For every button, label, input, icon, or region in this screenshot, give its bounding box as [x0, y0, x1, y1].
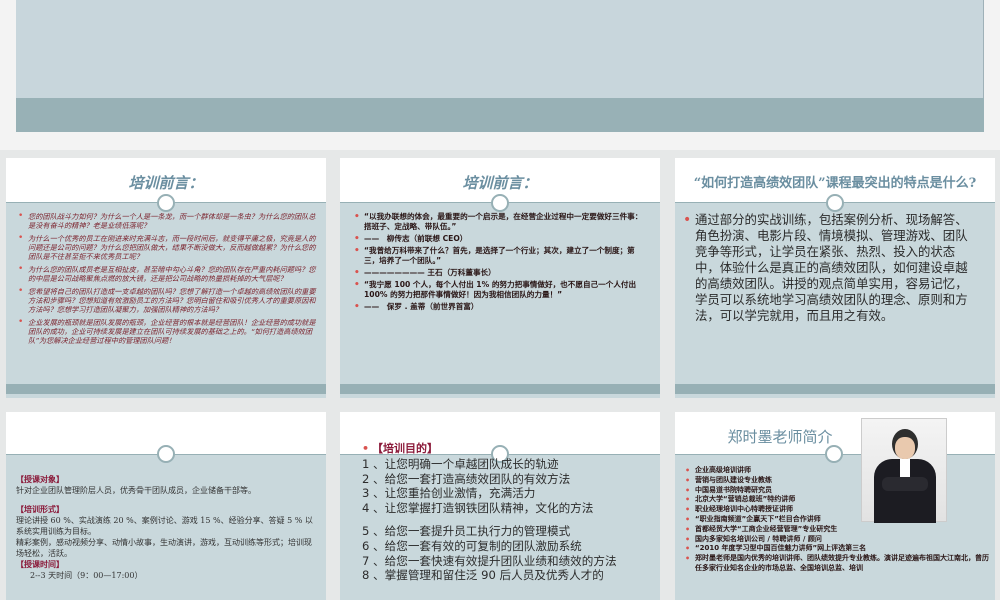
- list-item: “职业指南频道”企赢天下”栏目合作讲师: [685, 515, 995, 525]
- goals-label: • 【培训目的】: [362, 442, 438, 455]
- list-item: 2 、给您一套打造高绩效团队的有效方法: [362, 471, 571, 486]
- list-item: 6 、给您一套有效的可复制的团队激励系统: [362, 538, 582, 553]
- circle-icon: [157, 445, 175, 463]
- list-item: 中国易道书院特聘研究员: [685, 486, 995, 496]
- list-item: 您的团队战斗力如何？为什么一个人是一条龙，而一个群体却是一条虫？为什么您的团队总…: [18, 212, 316, 230]
- list-item: 企业高级培训讲师: [685, 466, 995, 476]
- duration-text: 2--3 天时间（9：00—17:00）: [30, 571, 143, 580]
- format-text: 理论讲授 60 %、实战演练 20 %、案例讨论、游戏 15 %、经验分享、答疑…: [16, 516, 313, 536]
- circle-icon: [157, 194, 175, 212]
- list-item: “以我办联想的体会，最重要的一个启示是，在经营企业过程中一定要做好三件事：搭班子…: [354, 212, 648, 232]
- list-item: 为什么一个优秀的员工在刚进来时充满斗志，而一段时间后，就变得平庸之极，究竟是人的…: [18, 234, 316, 261]
- list-item: “2010 年度学习型中国百佳魅力讲师”网上评选第三名: [685, 544, 995, 554]
- slide-sorter-view: 培训前言： 您的团队战斗力如何？为什么一个人是一条龙，而一个群体却是一条虫？为什…: [0, 0, 1000, 600]
- goals-list: • 【培训目的】 1 、让您明确一个卓越团队成长的轨迹 2 、给您一套打造高绩效团…: [362, 442, 640, 583]
- slide-3-thumbnail[interactable]: 培训前言： “以我办联想的体会，最重要的一个启示是，在经营企业过程中一定要做好三…: [340, 158, 660, 398]
- slide-1-thumbnail[interactable]: [0, 0, 1000, 150]
- footer-band: [6, 384, 326, 394]
- list-item: 职业经理培训中心特聘授证讲师: [685, 505, 995, 515]
- slide-title: 培训前言：: [462, 174, 538, 192]
- course-info: 【授课对象】 针对企业团队管理阶层人员，优秀骨干团队成员，企业储备干部等。 【培…: [16, 474, 316, 581]
- list-item: “我曾给万科带来了什么？首先，是选择了一个行业；其次，建立了一个制度；第三，培养…: [354, 246, 648, 266]
- list-item: 3 、让您重拾创业激情，充满活力: [362, 486, 536, 501]
- slide-4-thumbnail[interactable]: “如何打造高绩效团队”课程最突出的特点是什么? 通过部分的实战训练，包括案例分析…: [675, 158, 995, 398]
- teacher-credentials: 企业高级培训讲师 营销与团队建设专业教练 中国易道书院特聘研究员 北京大学“营销…: [685, 466, 995, 574]
- list-item: 北京大学“营销总裁班”特约讲师: [685, 495, 995, 505]
- list-item: ———————— 王石（万科董事长）: [354, 268, 648, 278]
- bullet-list: 您的团队战斗力如何？为什么一个人是一条龙，而一个群体却是一条虫？为什么您的团队总…: [18, 212, 316, 349]
- audience-text: 针对企业团队管理阶层人员，优秀骨干团队成员，企业储备干部等。: [16, 486, 256, 495]
- duration-label: 【授课时间】: [16, 559, 64, 569]
- slide-7-thumbnail[interactable]: 郑时墨老师简介 企业高级培训讲师 营销与团队建设专业教练 中国易道书院特聘研究员…: [675, 412, 995, 600]
- list-item: 1 、让您明确一个卓越团队成长的轨迹: [362, 456, 559, 471]
- circle-icon: [825, 445, 843, 463]
- slide-6-thumbnail[interactable]: • 【培训目的】 1 、让您明确一个卓越团队成长的轨迹 2 、给您一套打造高绩效团…: [340, 412, 660, 600]
- slide-title: “如何打造高绩效团队”课程最突出的特点是什么?: [693, 176, 977, 191]
- list-item: 企业发展的瓶颈就是团队发展的瓶颈，企业经营的根本就是经营团队！企业经营的成功就是…: [18, 318, 316, 345]
- list-item: —— 柳传志（前联想 CEO）: [354, 234, 648, 244]
- format-text-2: 精彩案例，感动视频分享、动情小故事，生动演讲，游戏，互动训练等形式；培训现场轻松…: [16, 538, 312, 558]
- footer-band: [675, 384, 995, 394]
- audience-label: 【授课对象】: [16, 474, 64, 484]
- slide-title: 培训前言：: [128, 174, 204, 192]
- slide-1-band: [16, 98, 984, 132]
- list-item: 营销与团队建设专业教练: [685, 476, 995, 486]
- list-item: 通过部分的实战训练，包括案例分析、现场解答、角色扮演、电影片段、情境模拟、管理游…: [683, 212, 979, 324]
- feature-list: 通过部分的实战训练，包括案例分析、现场解答、角色扮演、电影片段、情境模拟、管理游…: [683, 212, 979, 324]
- slide-5-thumbnail[interactable]: 【授课对象】 针对企业团队管理阶层人员，优秀骨干团队成员，企业储备干部等。 【培…: [6, 412, 326, 600]
- format-label: 【培训形式】: [16, 504, 64, 514]
- list-item: 首都经贸大学“工商企业经营管理”专业研究生: [685, 525, 995, 535]
- list-item: 为什么您的团队成员老是互相扯皮，甚至暗中勾心斗角？您的团队存在严重内耗问题吗？您…: [18, 265, 316, 283]
- list-item: 4 、让您掌握打造钢铁团队精神，文化的方法: [362, 501, 594, 516]
- circle-icon: [826, 194, 844, 212]
- quote-list: “以我办联想的体会，最重要的一个启示是，在经营企业过程中一定要做好三件事：搭班子…: [354, 212, 648, 314]
- list-item: 郑时墨老师是国内优秀的培训讲师、团队绩效提升专业教练。演讲足迹遍布祖国大江南北，…: [685, 554, 995, 574]
- footer-band: [340, 384, 660, 394]
- list-item: 5 、给您一套提升员工执行力的管理模式: [362, 523, 571, 538]
- list-item: 7 、给您一套快速有效提升团队业绩和绩效的方法: [362, 553, 617, 568]
- list-item: “我宁愿 100 个人，每个人付出 1% 的努力把事情做好，也不愿自己一个人付出…: [354, 280, 648, 300]
- list-item: 您希望将自己的团队打造成一支卓越的团队吗？您想了解打造一个卓越的高绩效团队的重要…: [18, 287, 316, 314]
- circle-icon: [491, 194, 509, 212]
- list-item: —— 保罗 . 盖蒂（前世界首富）: [354, 302, 648, 312]
- slide-title: 郑时墨老师简介: [727, 428, 833, 446]
- slide-2-thumbnail[interactable]: 培训前言： 您的团队战斗力如何？为什么一个人是一条龙，而一个群体却是一条虫？为什…: [6, 158, 326, 398]
- list-item: 8 、掌握管理和留住泛 90 后人员及优秀人才的: [362, 568, 604, 583]
- list-item: 国内多家知名培训公司 / 特聘讲师 / 顾问: [685, 535, 995, 545]
